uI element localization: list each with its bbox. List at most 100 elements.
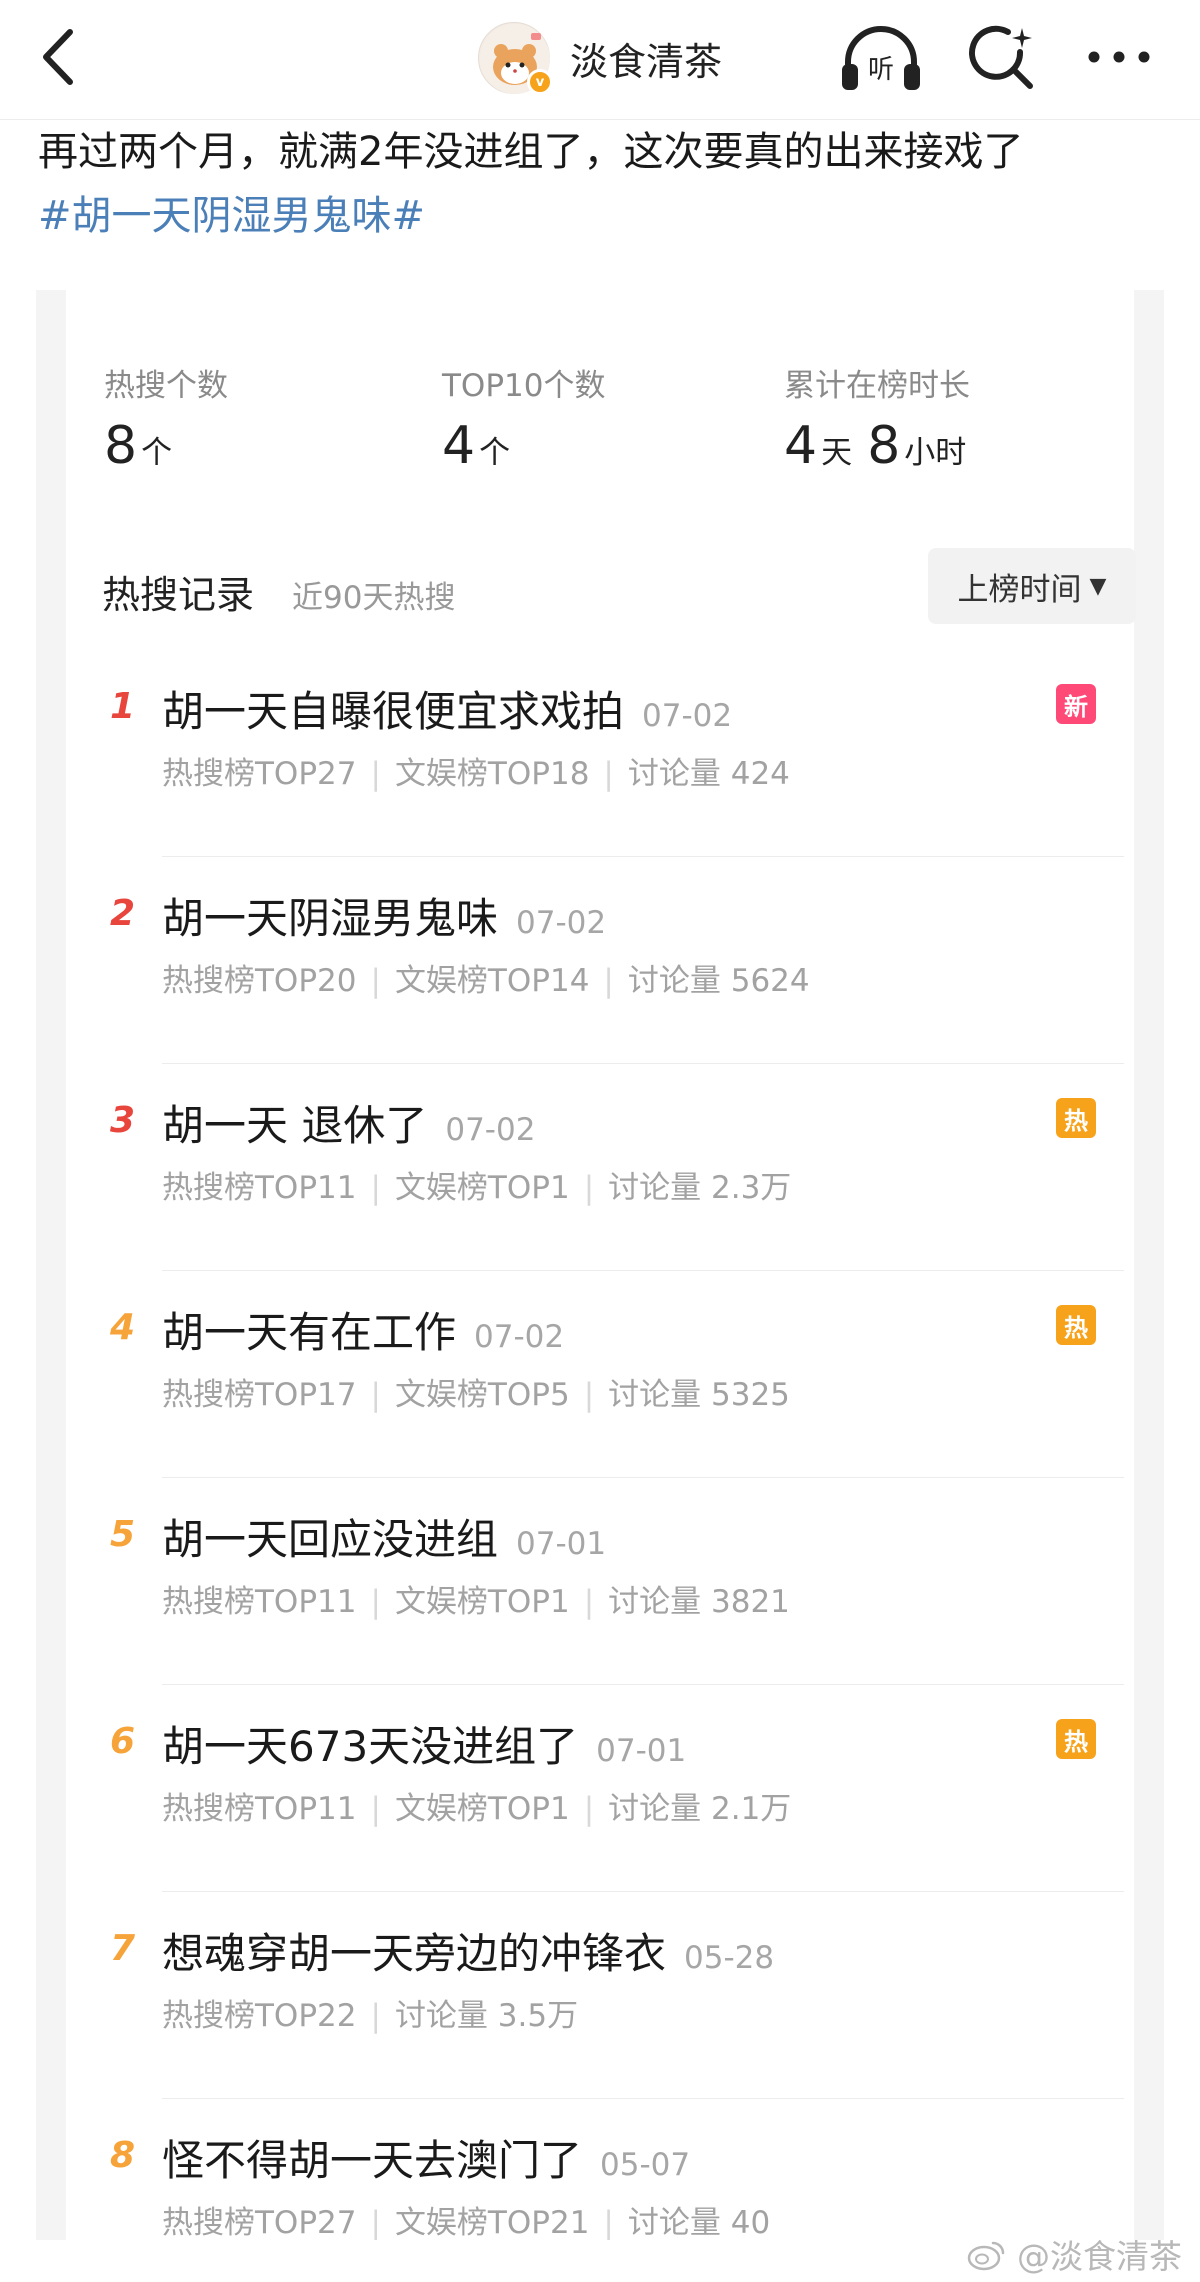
- rank-number: 3: [110, 1100, 136, 1141]
- meta-separator: |: [583, 1791, 595, 1827]
- more-button[interactable]: [1084, 24, 1154, 98]
- rank-number: 6: [110, 1721, 136, 1762]
- record-meta: 热搜榜TOP20 | 文娱榜TOP14 | 讨论量 5624: [162, 955, 810, 1000]
- record-date: 07-02: [445, 1112, 536, 1148]
- meta-separator: |: [370, 1377, 381, 1413]
- record-date: 05-07: [600, 2147, 691, 2183]
- stat-label: 热搜个数: [104, 368, 228, 404]
- stat-value: 4天 8 小时: [784, 416, 967, 476]
- meta-item: 讨论量 2.1万: [608, 1791, 792, 1827]
- meta-separator: |: [603, 963, 614, 999]
- hashtag-link[interactable]: #胡一天阴湿男鬼味#: [38, 184, 1178, 248]
- record-title-text: 胡一天自曝很便宜求戏拍: [162, 687, 625, 736]
- record-meta: 热搜榜TOP11 | 文娱榜TOP1 | 讨论量 2.1万: [162, 1783, 791, 1828]
- record-title-text: 怪不得胡一天去澳门了: [162, 2136, 583, 2185]
- meta-separator: |: [603, 2205, 614, 2240]
- meta-separator: |: [583, 1584, 595, 1620]
- meta-separator: |: [370, 2205, 381, 2240]
- meta-item: 热搜榜TOP27: [162, 756, 357, 792]
- record-title[interactable]: 胡一天673天没进组了 07-01: [162, 1713, 686, 1774]
- sort-dropdown[interactable]: 上榜时间 ▼: [928, 548, 1136, 624]
- author-name[interactable]: 淡食清茶: [570, 31, 722, 86]
- meta-item: 讨论量 5325: [608, 1377, 790, 1413]
- meta-item: 讨论量 3821: [608, 1584, 790, 1620]
- meta-separator: |: [370, 1584, 381, 1620]
- record-row[interactable]: 3 胡一天 退休了 07-02 热搜榜TOP11 | 文娱榜TOP1 | 讨论量 2.3万 热: [66, 1064, 1134, 1271]
- watermark-text: @淡食清茶: [1017, 2237, 1182, 2276]
- record-row[interactable]: 4 胡一天有在工作 07-02 热搜榜TOP17 | 文娱榜TOP5 | 讨论量 5325 热: [66, 1271, 1134, 1478]
- caret-down-icon: ▼: [1089, 573, 1107, 599]
- record-title[interactable]: 胡一天有在工作 07-02: [162, 1299, 564, 1360]
- chevron-left-icon: [43, 29, 73, 85]
- record-row[interactable]: 7 想魂穿胡一天旁边的冲锋衣 05-28 热搜榜TOP22 | 讨论量 3.5万: [66, 1892, 1134, 2099]
- record-title[interactable]: 胡一天阴湿男鬼味 07-02: [162, 885, 606, 946]
- record-date: 07-01: [516, 1526, 607, 1562]
- rank-number: 7: [110, 1928, 136, 1969]
- rank-number: 1: [110, 686, 136, 727]
- record-meta: 热搜榜TOP17 | 文娱榜TOP5 | 讨论量 5325: [162, 1369, 790, 1414]
- record-title[interactable]: 想魂穿胡一天旁边的冲锋衣 05-28: [162, 1920, 774, 1981]
- record-date: 07-01: [596, 1733, 687, 1769]
- meta-item: 讨论量 5624: [627, 963, 810, 999]
- record-row[interactable]: 5 胡一天回应没进组 07-01 热搜榜TOP11 | 文娱榜TOP1 | 讨论量 3821: [66, 1478, 1134, 1685]
- meta-item: 讨论量 424: [627, 756, 790, 792]
- record-title-text: 胡一天673天没进组了: [162, 1722, 579, 1771]
- record-title[interactable]: 胡一天 退休了 07-02: [162, 1092, 535, 1153]
- meta-item: 文娱榜TOP14: [394, 963, 590, 999]
- rank-number: 8: [110, 2135, 136, 2176]
- meta-separator: |: [370, 756, 381, 792]
- meta-item: 热搜榜TOP11: [162, 1584, 357, 1620]
- stat-value: 4个: [442, 416, 511, 476]
- listen-button[interactable]: 听: [838, 24, 924, 98]
- back-button[interactable]: [30, 22, 90, 92]
- meta-separator: |: [370, 1791, 381, 1827]
- post-body: 再过两个月，就满2年没进组了，这次要真的出来接戏了: [38, 129, 1024, 175]
- headphones-icon: 听: [842, 26, 920, 90]
- rank-number: 4: [110, 1307, 136, 1348]
- top-nav-bar: v 淡食清茶 听: [0, 0, 1200, 120]
- meta-item: 讨论量 2.3万: [608, 1170, 792, 1206]
- hot-badge: 热: [1056, 1719, 1096, 1759]
- record-title-text: 胡一天阴湿男鬼味: [162, 894, 499, 943]
- record-date: 07-02: [474, 1319, 565, 1355]
- record-title-text: 胡一天 退休了: [162, 1101, 428, 1150]
- meta-separator: |: [370, 1170, 381, 1206]
- weibo-logo-icon: [967, 2241, 1005, 2271]
- meta-item: 文娱榜TOP18: [394, 756, 590, 792]
- record-row[interactable]: 8 怪不得胡一天去澳门了 05-07 热搜榜TOP27 | 文娱榜TOP21 | 讨论量 40: [66, 2099, 1134, 2240]
- meta-separator: |: [603, 756, 614, 792]
- meta-item: 热搜榜TOP27: [162, 2205, 357, 2240]
- record-title[interactable]: 胡一天回应没进组 07-01: [162, 1506, 606, 1567]
- hot-badge: 热: [1056, 1098, 1096, 1138]
- meta-item: 热搜榜TOP17: [162, 1377, 357, 1413]
- record-title[interactable]: 怪不得胡一天去澳门了 05-07: [162, 2127, 690, 2188]
- meta-item: 文娱榜TOP1: [394, 1791, 570, 1827]
- record-date: 07-02: [642, 698, 733, 734]
- stat-label: 累计在榜时长: [784, 368, 970, 404]
- hot-search-records-card: 热搜记录 近90天热搜 上榜时间 ▼ 1 胡一天自曝很便宜求戏拍 07-02 热搜榜T…: [66, 500, 1136, 2240]
- record-title[interactable]: 胡一天自曝很便宜求戏拍 07-02: [162, 678, 732, 739]
- record-title-text: 胡一天有在工作: [162, 1308, 457, 1357]
- meta-item: 文娱榜TOP21: [394, 2205, 590, 2240]
- meta-item: 热搜榜TOP20: [162, 963, 357, 999]
- record-date: 05-28: [684, 1940, 775, 1976]
- records-subtitle: 近90天热搜: [292, 580, 456, 616]
- sort-label: 上榜时间: [957, 571, 1082, 608]
- meta-item: 文娱榜TOP1: [394, 1584, 570, 1620]
- record-row[interactable]: 1 胡一天自曝很便宜求戏拍 07-02 热搜榜TOP27 | 文娱榜TOP18 | 讨论量 4…: [66, 650, 1134, 857]
- record-row[interactable]: 6 胡一天673天没进组了 07-01 热搜榜TOP11 | 文娱榜TOP1 | 讨论量 2.…: [66, 1685, 1134, 1892]
- listen-label: 听: [868, 55, 894, 85]
- record-meta: 热搜榜TOP11 | 文娱榜TOP1 | 讨论量 2.3万: [162, 1162, 791, 1207]
- meta-item: 热搜榜TOP22: [162, 1998, 357, 2034]
- embedded-screenshot[interactable]: 热搜个数 8个 TOP10个数 4个 累计在榜时长 4天 8 小时 热搜记录 近9…: [36, 290, 1164, 2240]
- meta-item: 讨论量 3.5万: [394, 1998, 579, 2034]
- more-dots-icon: [1088, 51, 1150, 63]
- record-row[interactable]: 2 胡一天阴湿男鬼味 07-02 热搜榜TOP20 | 文娱榜TOP14 | 讨论量 5624: [66, 857, 1134, 1064]
- record-meta: 热搜榜TOP27 | 文娱榜TOP21 | 讨论量 40: [162, 2197, 770, 2240]
- record-meta: 热搜榜TOP11 | 文娱榜TOP1 | 讨论量 3821: [162, 1576, 790, 1621]
- search-button[interactable]: [968, 24, 1038, 98]
- avatar[interactable]: v: [478, 22, 553, 95]
- post-text: 再过两个月，就满2年没进组了，这次要真的出来接戏了 #胡一天阴湿男鬼味#: [38, 120, 1178, 248]
- record-date: 07-02: [516, 905, 607, 941]
- author-info[interactable]: v 淡食清茶: [478, 20, 722, 96]
